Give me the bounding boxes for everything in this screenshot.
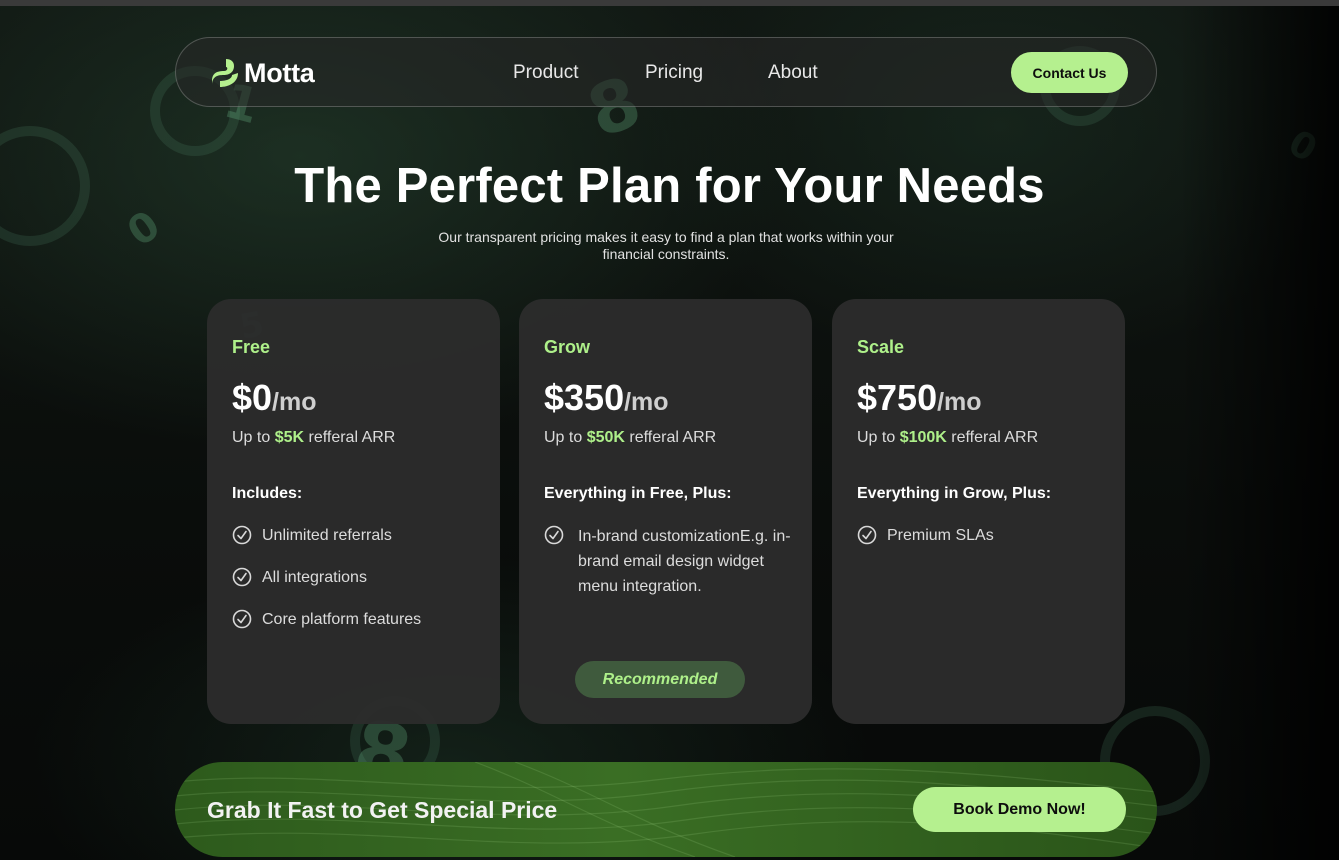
- feature-text: All integrations: [262, 569, 367, 586]
- plan-name: Free: [232, 337, 271, 357]
- feature-item: Premium SLAs: [857, 525, 1107, 547]
- plan-price: $750: [857, 377, 938, 418]
- plan-card-grow: Grow $350/mo Up to $50K refferal ARR Eve…: [519, 299, 812, 724]
- background-vignette: [1179, 6, 1339, 860]
- plan-arr-limit: Up to $100K refferal ARR: [857, 429, 1038, 447]
- plan-price: $350: [544, 377, 625, 418]
- feature-text: In-brand customizationE.g. in-brand emai…: [578, 528, 791, 595]
- feature-item: All integrations: [232, 567, 482, 589]
- arr-prefix: Up to: [857, 429, 900, 446]
- plan-price: $0: [232, 377, 273, 418]
- plan-period: /mo: [937, 388, 982, 416]
- arr-amount: $50K: [586, 429, 625, 446]
- cta-banner: Grab It Fast to Get Special Price Book D…: [175, 762, 1157, 857]
- book-demo-button[interactable]: Book Demo Now!: [913, 787, 1126, 832]
- plan-price-row: $350/mo: [544, 377, 669, 419]
- nav-link-pricing[interactable]: Pricing: [645, 62, 703, 84]
- check-circle-icon: [232, 567, 252, 587]
- plan-name: Scale: [857, 337, 905, 357]
- plan-card-free: Free $0/mo Up to $5K refferal ARR Includ…: [207, 299, 500, 724]
- feature-text: Premium SLAs: [887, 527, 994, 544]
- arr-amount: $100K: [899, 429, 947, 446]
- feature-item: Unlimited referrals: [232, 525, 482, 547]
- check-circle-icon: [232, 609, 252, 629]
- check-circle-icon: [544, 525, 564, 545]
- plan-price-row: $0/mo: [232, 377, 317, 419]
- brand-logo[interactable]: Motta: [206, 55, 315, 91]
- plan-name: Grow: [544, 337, 591, 357]
- plan-feature-list: Unlimited referrals All integrations Cor…: [232, 525, 482, 651]
- plan-card-scale: Scale $750/mo Up to $100K refferal ARR E…: [832, 299, 1125, 724]
- nav-link-product[interactable]: Product: [513, 62, 578, 84]
- plan-period: /mo: [624, 388, 669, 416]
- plan-arr-limit: Up to $5K refferal ARR: [232, 429, 395, 447]
- brand-name: Motta: [244, 57, 315, 88]
- plan-price-row: $750/mo: [857, 377, 982, 419]
- feature-text: Core platform features: [262, 611, 422, 628]
- arr-suffix: refferal ARR: [946, 429, 1039, 446]
- page-subtitle: Our transparent pricing makes it easy to…: [438, 229, 894, 262]
- arr-prefix: Up to: [232, 429, 275, 446]
- plan-arr-limit: Up to $50K refferal ARR: [544, 429, 716, 447]
- recommended-badge: Recommended: [575, 661, 745, 698]
- plan-includes-title: Includes:: [232, 485, 303, 502]
- plan-feature-list: In-brand customizationE.g. in-brand emai…: [544, 525, 792, 619]
- feature-item: Core platform features: [232, 609, 482, 631]
- arr-amount: $5K: [274, 429, 305, 446]
- plan-feature-list: Premium SLAs: [857, 525, 1107, 567]
- arr-suffix: refferal ARR: [304, 429, 396, 446]
- check-circle-icon: [232, 525, 252, 545]
- cta-text: Grab It Fast to Get Special Price: [207, 797, 558, 823]
- nav-link-about[interactable]: About: [768, 62, 818, 84]
- plan-includes-title: Everything in Grow, Plus:: [857, 485, 1052, 502]
- motta-logo-icon: [212, 59, 238, 87]
- feature-item: In-brand customizationE.g. in-brand emai…: [544, 525, 792, 599]
- plan-includes-title: Everything in Free, Plus:: [544, 485, 732, 502]
- contact-us-button[interactable]: Contact Us: [1011, 52, 1128, 93]
- arr-prefix: Up to: [544, 429, 587, 446]
- check-circle-icon: [857, 525, 877, 545]
- arr-suffix: refferal ARR: [624, 429, 717, 446]
- page-title: The Perfect Plan for Your Needs: [294, 159, 1045, 213]
- feature-text: Unlimited referrals: [262, 527, 392, 544]
- plan-period: /mo: [272, 388, 317, 416]
- top-navbar: Motta Product Pricing About Contact Us: [175, 37, 1157, 107]
